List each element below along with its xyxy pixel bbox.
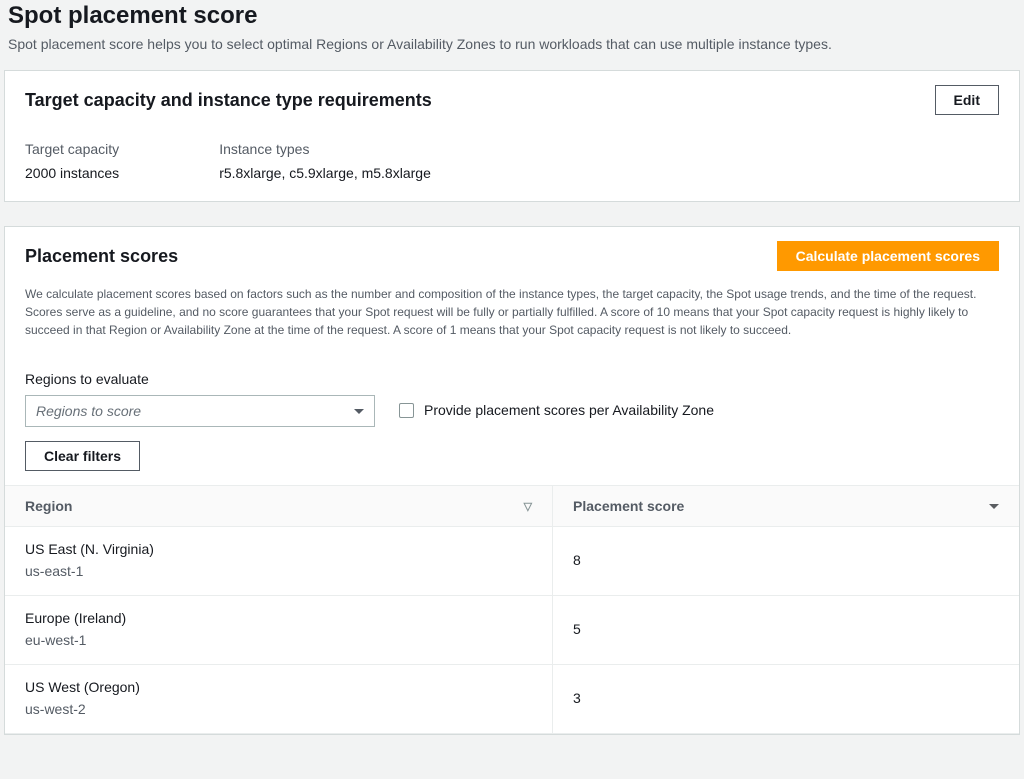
instance-types-label: Instance types	[219, 141, 431, 157]
page-title: Spot placement score	[4, 0, 1020, 36]
per-az-checkbox-label: Provide placement scores per Availabilit…	[424, 401, 714, 421]
target-requirements-card: Target capacity and instance type requir…	[4, 70, 1020, 202]
column-header-region[interactable]: Region ▽	[5, 486, 553, 527]
placement-card-title: Placement scores	[25, 246, 178, 267]
clear-filters-button[interactable]: Clear filters	[25, 441, 140, 471]
edit-button[interactable]: Edit	[935, 85, 999, 115]
sort-desc-icon	[989, 504, 999, 509]
chevron-down-icon	[354, 409, 364, 414]
region-code: eu-west-1	[25, 632, 532, 648]
regions-select[interactable]: Regions to score	[25, 395, 375, 427]
instance-types-block: Instance types r5.8xlarge, c5.9xlarge, m…	[219, 141, 431, 181]
table-row: US East (N. Virginia) us-east-1 8	[5, 527, 1019, 596]
instance-types-value: r5.8xlarge, c5.9xlarge, m5.8xlarge	[219, 165, 431, 181]
table-row: Europe (Ireland) eu-west-1 5	[5, 596, 1019, 665]
placement-score-value: 3	[553, 665, 1019, 734]
placement-description: We calculate placement scores based on f…	[5, 285, 1019, 353]
column-header-score[interactable]: Placement score	[553, 486, 1019, 527]
calculate-button[interactable]: Calculate placement scores	[777, 241, 999, 271]
placement-score-value: 5	[553, 596, 1019, 665]
target-capacity-value: 2000 instances	[25, 165, 119, 181]
target-capacity-block: Target capacity 2000 instances	[25, 141, 119, 181]
placement-scores-table: Region ▽ Placement score US Ea	[5, 485, 1019, 734]
sort-neutral-icon: ▽	[524, 500, 532, 513]
region-code: us-east-1	[25, 563, 532, 579]
per-az-checkbox[interactable]	[399, 403, 414, 418]
region-name: US East (N. Virginia)	[25, 541, 532, 557]
region-code: us-west-2	[25, 701, 532, 717]
table-row: US West (Oregon) us-west-2 3	[5, 665, 1019, 734]
region-name: US West (Oregon)	[25, 679, 532, 695]
target-card-title: Target capacity and instance type requir…	[25, 90, 432, 111]
target-capacity-label: Target capacity	[25, 141, 119, 157]
region-name: Europe (Ireland)	[25, 610, 532, 626]
placement-score-value: 8	[553, 527, 1019, 596]
placement-scores-card: Placement scores Calculate placement sco…	[4, 226, 1020, 735]
regions-select-placeholder: Regions to score	[36, 403, 354, 419]
regions-evaluate-label: Regions to evaluate	[25, 371, 999, 387]
page-description: Spot placement score helps you to select…	[4, 36, 1020, 70]
